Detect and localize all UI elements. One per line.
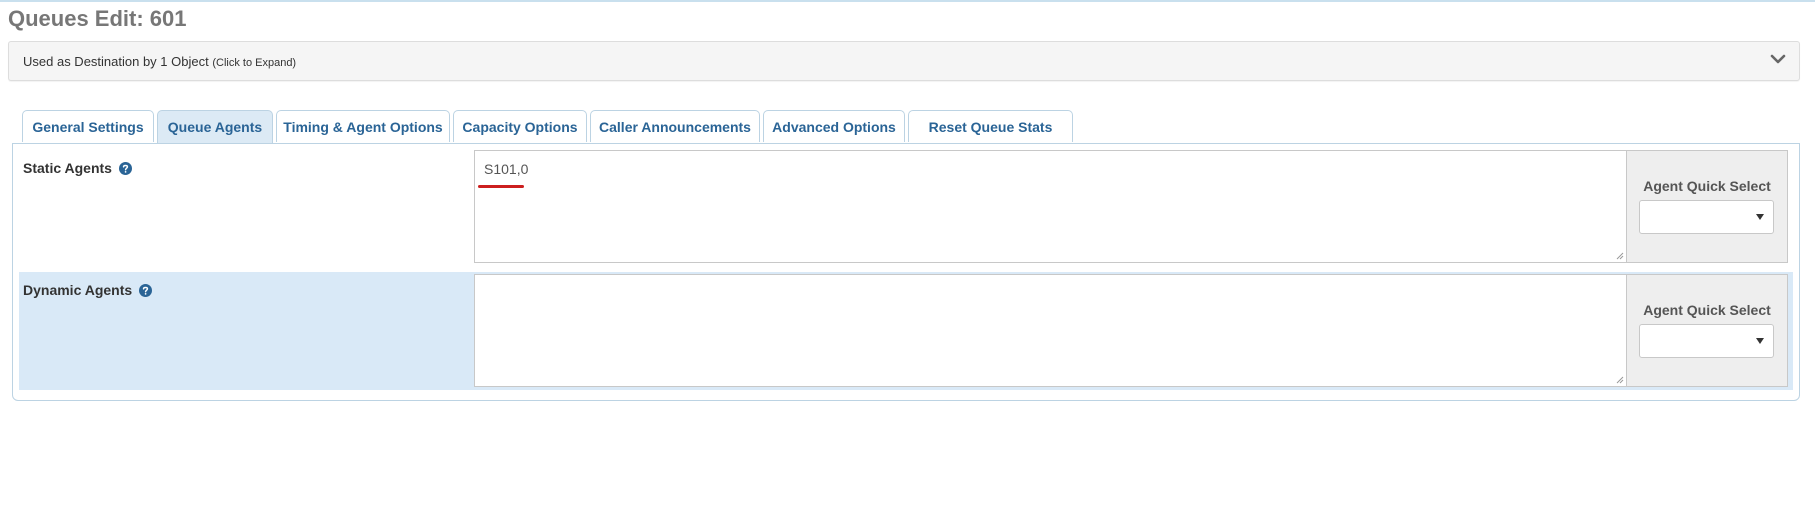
destination-usage-label: Used as Destination by 1 Object: [23, 54, 209, 69]
caret-down-icon: [1756, 338, 1764, 344]
static-agent-quick-select-pane: Agent Quick Select: [1626, 151, 1787, 262]
static-agent-quick-select-label: Agent Quick Select: [1643, 178, 1771, 194]
dynamic-agents-label-text: Dynamic Agents: [23, 282, 133, 298]
tab-caller-announcements[interactable]: Caller Announcements: [590, 110, 760, 142]
expand-hint: (Click to Expand): [212, 57, 297, 69]
static-agents-label: Static Agents: [23, 160, 132, 176]
resize-handle-icon[interactable]: [1615, 375, 1624, 384]
dynamic-agents-input-area: [475, 275, 1626, 386]
tab-general-settings[interactable]: General Settings: [22, 110, 154, 142]
tab-timing-agent-options[interactable]: Timing & Agent Options: [276, 110, 450, 142]
static-agent-quick-select[interactable]: [1639, 200, 1774, 234]
dynamic-agent-quick-select-label: Agent Quick Select: [1643, 302, 1771, 318]
static-agents-input-area: S101,0: [475, 151, 1626, 262]
static-agents-row: Static Agents S101,0 Agent Quick Select: [19, 150, 1793, 263]
top-border: [0, 0, 1815, 2]
dynamic-agents-textarea[interactable]: [475, 275, 1626, 386]
static-agents-field-group: S101,0 Agent Quick Select: [474, 150, 1788, 263]
dynamic-agent-quick-select[interactable]: [1639, 324, 1774, 358]
tab-reset-queue-stats[interactable]: Reset Queue Stats: [908, 110, 1073, 142]
page-title: Queues Edit: 601: [8, 6, 187, 31]
destination-usage-panel[interactable]: Used as Destination by 1 Object (Click t…: [8, 41, 1800, 81]
destination-usage-text: Used as Destination by 1 Object (Click t…: [23, 54, 296, 69]
tab-queue-agents[interactable]: Queue Agents: [157, 110, 273, 144]
tab-capacity-options[interactable]: Capacity Options: [453, 110, 587, 142]
tab-advanced-options[interactable]: Advanced Options: [763, 110, 905, 142]
help-icon[interactable]: [118, 161, 132, 175]
chevron-down-icon[interactable]: [1770, 51, 1786, 67]
queue-agents-panel: Static Agents S101,0 Agent Quick Select: [12, 143, 1800, 401]
dynamic-agents-row: Dynamic Agents Agent Quick Select: [19, 272, 1793, 390]
dynamic-agent-quick-select-pane: Agent Quick Select: [1626, 275, 1787, 386]
annotation-underline: [478, 185, 524, 188]
static-agents-textarea[interactable]: S101,0: [475, 151, 1626, 262]
caret-down-icon: [1756, 214, 1764, 220]
dynamic-agents-label: Dynamic Agents: [23, 282, 153, 298]
static-agents-label-text: Static Agents: [23, 160, 112, 176]
help-icon[interactable]: [139, 283, 153, 297]
resize-handle-icon[interactable]: [1615, 251, 1624, 260]
dynamic-agents-field-group: Agent Quick Select: [474, 274, 1788, 387]
